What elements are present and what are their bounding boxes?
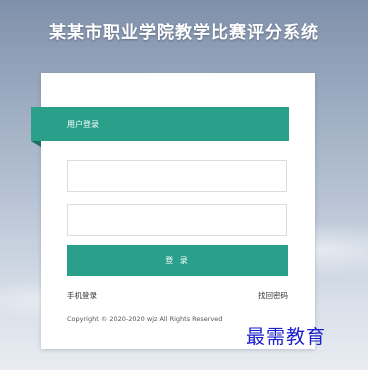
phone-login-link[interactable]: 手机登录: [67, 290, 97, 301]
login-heading: 用户登录: [67, 119, 99, 129]
watermark-text: 最需教育: [246, 326, 327, 348]
ribbon-fold-shadow: [31, 141, 41, 147]
login-header-ribbon: 用户登录: [31, 107, 289, 141]
username-input[interactable]: [67, 160, 287, 192]
system-title: 某某市职业学院教学比赛评分系统: [49, 23, 319, 43]
login-button[interactable]: 登 录: [67, 245, 288, 276]
login-page: { "header": { "title": "某某市职业学院教学比赛评分系统"…: [0, 0, 368, 370]
copyright-text: Copyright © 2020-2020 wjz All Rights Res…: [67, 315, 223, 323]
login-card: 用户登录 登 录 手机登录 找回密码 Copyright © 2020-2020…: [31, 73, 315, 349]
password-input[interactable]: [67, 204, 287, 236]
forgot-password-link[interactable]: 找回密码: [258, 290, 288, 301]
